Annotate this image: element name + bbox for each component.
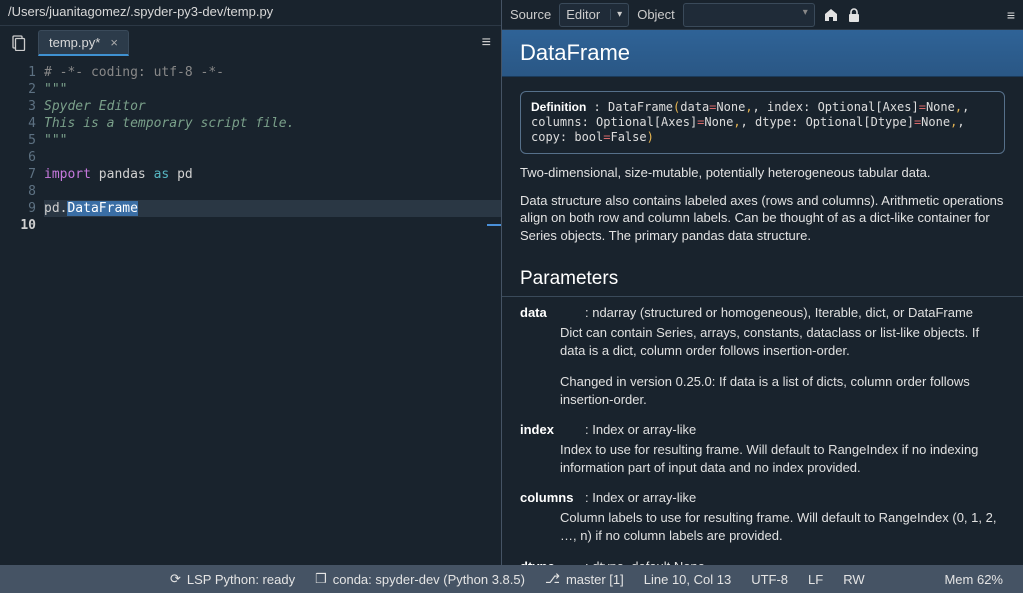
code-area[interactable]: # -*- coding: utf-8 -*- """ Spyder Edito… bbox=[44, 60, 501, 565]
chevron-down-icon: ▾ bbox=[610, 9, 622, 20]
status-lsp[interactable]: ⟳ LSP Python: ready bbox=[160, 571, 305, 587]
tab-bar: temp.py* × ≡ bbox=[0, 26, 501, 60]
line-gutter: 12345678910 bbox=[0, 60, 44, 565]
cube-icon: ❒ bbox=[315, 571, 327, 587]
help-long-desc: Data structure also contains labeled axe… bbox=[520, 192, 1005, 245]
help-menu-icon[interactable]: ≡ bbox=[1007, 7, 1015, 23]
code-text: pd bbox=[169, 167, 192, 182]
code-text: This is a temporary script file. bbox=[44, 116, 294, 131]
param-desc: Dict can contain Series, arrays, constan… bbox=[560, 324, 1005, 359]
status-git[interactable]: ⎇ master [1] bbox=[535, 571, 634, 587]
definition-label: Definition bbox=[531, 100, 586, 114]
code-editor[interactable]: 12345678910 # -*- coding: utf-8 -*- """ … bbox=[0, 60, 501, 565]
help-pane: Source Editor ▾ Object ▾ ≡ DataFrame Def… bbox=[502, 0, 1023, 565]
home-icon[interactable] bbox=[823, 7, 839, 23]
code-text: """ bbox=[44, 133, 67, 148]
line-marker-icon bbox=[487, 224, 501, 226]
help-description: Two-dimensional, size-mutable, potential… bbox=[502, 164, 1023, 264]
help-title: DataFrame bbox=[502, 30, 1023, 77]
param-data: data: ndarray (structured or homogeneous… bbox=[520, 305, 1005, 320]
status-bar: ⟳ LSP Python: ready ❒ conda: spyder-dev … bbox=[0, 565, 1023, 593]
code-text: import bbox=[44, 167, 91, 182]
definition-box: Definition : DataFrame(data=None,, index… bbox=[520, 91, 1005, 154]
status-cursor-pos[interactable]: Line 10, Col 13 bbox=[634, 572, 741, 587]
object-input[interactable]: ▾ bbox=[683, 3, 815, 27]
code-text bbox=[44, 149, 501, 166]
status-conda[interactable]: ❒ conda: spyder-dev (Python 3.8.5) bbox=[305, 571, 535, 587]
status-rw[interactable]: RW bbox=[833, 572, 874, 587]
files-icon[interactable] bbox=[6, 30, 32, 56]
sync-icon: ⟳ bbox=[170, 571, 181, 587]
code-selection: DataFrame bbox=[67, 201, 137, 216]
code-text: pandas bbox=[91, 167, 154, 182]
editor-pane: /Users/juanitagomez/.spyder-py3-dev/temp… bbox=[0, 0, 502, 565]
help-toolbar: Source Editor ▾ Object ▾ ≡ bbox=[502, 0, 1023, 30]
file-path: /Users/juanitagomez/.spyder-py3-dev/temp… bbox=[0, 0, 501, 26]
code-text: # -*- coding: utf-8 -*- bbox=[44, 65, 224, 80]
editor-menu-icon[interactable]: ≡ bbox=[482, 34, 491, 52]
status-eol[interactable]: LF bbox=[798, 572, 833, 587]
status-encoding[interactable]: UTF-8 bbox=[741, 572, 798, 587]
status-mem[interactable]: Mem 62% bbox=[934, 572, 1013, 587]
code-text bbox=[44, 183, 501, 200]
source-dropdown[interactable]: Editor ▾ bbox=[559, 3, 629, 27]
param-desc: Changed in version 0.25.0: If data is a … bbox=[560, 373, 1005, 408]
tab-temp-py[interactable]: temp.py* × bbox=[38, 30, 129, 56]
status-text: master [1] bbox=[566, 572, 624, 587]
status-text: conda: spyder-dev (Python 3.8.5) bbox=[333, 572, 525, 587]
tab-label: temp.py* bbox=[49, 35, 100, 50]
tab-close-icon[interactable]: × bbox=[110, 35, 118, 50]
code-text: pd. bbox=[44, 201, 67, 216]
help-summary: Two-dimensional, size-mutable, potential… bbox=[520, 164, 1005, 182]
param-desc: Column labels to use for resulting frame… bbox=[560, 509, 1005, 544]
param-columns: columns : Index or array-like bbox=[520, 490, 1005, 505]
code-text: Spyder Editor bbox=[44, 99, 146, 114]
help-content[interactable]: DataFrame Definition : DataFrame(data=No… bbox=[502, 30, 1023, 565]
source-value: Editor bbox=[566, 7, 600, 22]
param-index: index: Index or array-like bbox=[520, 422, 1005, 437]
param-desc: Index to use for resulting frame. Will d… bbox=[560, 441, 1005, 476]
chevron-down-icon[interactable]: ▾ bbox=[797, 4, 814, 21]
source-label: Source bbox=[510, 7, 551, 22]
lock-icon[interactable] bbox=[847, 7, 861, 23]
code-text: as bbox=[154, 167, 170, 182]
status-text: LSP Python: ready bbox=[187, 572, 295, 587]
parameters-list: data: ndarray (structured or homogeneous… bbox=[502, 305, 1023, 565]
branch-icon: ⎇ bbox=[545, 571, 560, 587]
object-label: Object bbox=[637, 7, 675, 22]
parameters-heading: Parameters bbox=[502, 264, 1023, 297]
code-text: """ bbox=[44, 82, 67, 97]
